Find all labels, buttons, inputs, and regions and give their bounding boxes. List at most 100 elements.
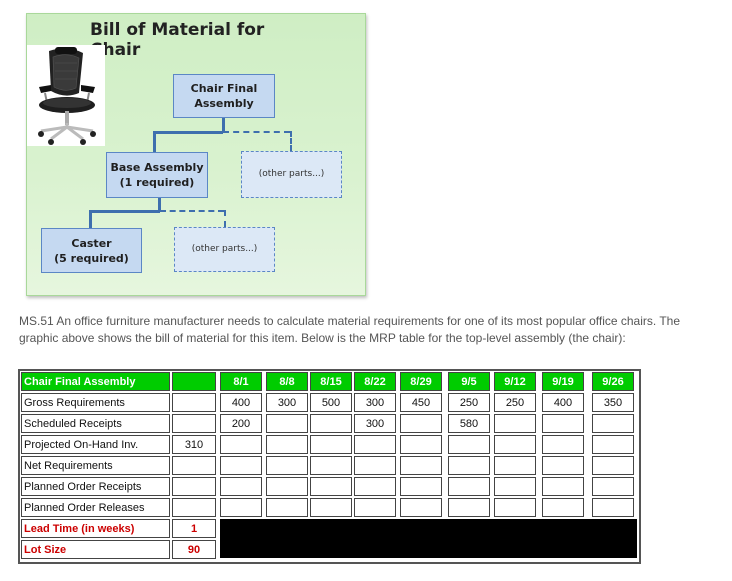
mrp-value-cell bbox=[448, 456, 490, 475]
lead-time-label: Lead Time (in weeks) bbox=[21, 519, 170, 538]
mrp-row: Scheduled Receipts 200 300 580 bbox=[20, 413, 639, 434]
bom-title: Bill of Material for Chair bbox=[90, 20, 265, 60]
mrp-value-cell bbox=[592, 498, 634, 517]
lot-size-label: Lot Size bbox=[21, 540, 170, 559]
mrp-period-header: 9/26 bbox=[592, 372, 634, 391]
mrp-value-cell bbox=[354, 477, 396, 496]
mrp-row-label: Planned Order Releases bbox=[21, 498, 170, 517]
mrp-initial-cell bbox=[172, 498, 216, 517]
mrp-period-header: 8/22 bbox=[354, 372, 396, 391]
mrp-value-cell bbox=[494, 414, 536, 433]
mrp-value-cell bbox=[448, 498, 490, 517]
mrp-value-cell bbox=[592, 414, 634, 433]
mrp-period-header: 8/1 bbox=[220, 372, 262, 391]
mrp-value-cell bbox=[220, 477, 262, 496]
bom-node-other-parts: (other parts...) bbox=[241, 151, 342, 198]
lot-size-value: 90 bbox=[172, 540, 216, 559]
bom-node-chair-final-assembly: Chair Final Assembly bbox=[173, 74, 275, 118]
mrp-value-cell: 250 bbox=[448, 393, 490, 412]
office-chair-photo bbox=[27, 45, 105, 146]
mrp-period-header: 8/29 bbox=[400, 372, 442, 391]
mrp-table: Chair Final Assembly 8/1 8/8 8/15 8/22 8/29 9/… bbox=[18, 369, 641, 564]
mrp-value-cell bbox=[266, 498, 308, 517]
mrp-value-cell bbox=[592, 456, 634, 475]
mrp-row: Net Requirements bbox=[20, 455, 639, 476]
bom-connector-dashed bbox=[223, 131, 290, 133]
mrp-initial-cell bbox=[172, 456, 216, 475]
mrp-value-cell bbox=[354, 456, 396, 475]
mrp-value-cell bbox=[542, 414, 584, 433]
bom-connector bbox=[222, 116, 225, 132]
mrp-row-label: Scheduled Receipts bbox=[21, 414, 170, 433]
mrp-value-cell bbox=[266, 456, 308, 475]
mrp-value-cell bbox=[266, 435, 308, 454]
mrp-value-cell: 580 bbox=[448, 414, 490, 433]
mrp-value-cell: 450 bbox=[400, 393, 442, 412]
mrp-row: Projected On-Hand Inv. 310 bbox=[20, 434, 639, 455]
mrp-period-header: 9/12 bbox=[494, 372, 536, 391]
bom-connector-dashed bbox=[160, 210, 224, 212]
problem-statement: MS.51 An office furniture manufacturer n… bbox=[19, 314, 681, 345]
mrp-value-cell bbox=[400, 498, 442, 517]
bom-connector-dashed bbox=[290, 131, 292, 151]
mrp-value-cell bbox=[310, 498, 352, 517]
mrp-row: Planned Order Receipts bbox=[20, 476, 639, 497]
mrp-value-cell: 350 bbox=[592, 393, 634, 412]
mrp-row: Chair Final Assembly 8/1 8/8 8/15 8/22 8/29 9/… bbox=[20, 371, 639, 392]
mrp-value-cell bbox=[592, 477, 634, 496]
mrp-row-label: Gross Requirements bbox=[21, 393, 170, 412]
mrp-value-cell bbox=[494, 456, 536, 475]
mrp-value-cell: 300 bbox=[354, 414, 396, 433]
mrp-value-cell bbox=[310, 414, 352, 433]
mrp-value-cell bbox=[266, 477, 308, 496]
bom-node-other-parts: (other parts...) bbox=[174, 227, 275, 272]
mrp-value-cell: 400 bbox=[542, 393, 584, 412]
bom-connector bbox=[89, 210, 92, 228]
mrp-value-cell bbox=[266, 414, 308, 433]
bom-connector bbox=[153, 131, 223, 134]
mrp-value-cell bbox=[494, 477, 536, 496]
lead-time-value: 1 bbox=[172, 519, 216, 538]
blacked-out-area bbox=[220, 519, 637, 558]
mrp-title-cell: Chair Final Assembly bbox=[21, 372, 170, 391]
mrp-initial-cell bbox=[172, 414, 216, 433]
mrp-period-header: 8/15 bbox=[310, 372, 352, 391]
mrp-value-cell: 400 bbox=[220, 393, 262, 412]
mrp-value-cell bbox=[592, 435, 634, 454]
mrp-period-header: 9/5 bbox=[448, 372, 490, 391]
bom-connector-dashed bbox=[224, 210, 226, 227]
mrp-value-cell bbox=[354, 435, 396, 454]
mrp-value-cell bbox=[542, 435, 584, 454]
mrp-value-cell bbox=[400, 477, 442, 496]
mrp-value-cell bbox=[354, 498, 396, 517]
mrp-value-cell bbox=[542, 498, 584, 517]
mrp-value-cell bbox=[400, 414, 442, 433]
mrp-value-cell bbox=[400, 456, 442, 475]
mrp-value-cell bbox=[220, 498, 262, 517]
mrp-initial-cell bbox=[172, 477, 216, 496]
mrp-value-cell bbox=[400, 435, 442, 454]
mrp-row: Gross Requirements 400 300 500 300 450 250 250 4… bbox=[20, 392, 639, 413]
mrp-value-cell bbox=[310, 477, 352, 496]
mrp-value-cell bbox=[494, 435, 536, 454]
bom-connector bbox=[89, 210, 160, 213]
mrp-value-cell bbox=[448, 435, 490, 454]
mrp-value-cell bbox=[220, 435, 262, 454]
mrp-value-cell bbox=[542, 456, 584, 475]
mrp-row-label: Planned Order Receipts bbox=[21, 477, 170, 496]
mrp-value-cell: 250 bbox=[494, 393, 536, 412]
mrp-period-header: 8/8 bbox=[266, 372, 308, 391]
mrp-period-header: 9/19 bbox=[542, 372, 584, 391]
mrp-value-cell bbox=[310, 435, 352, 454]
mrp-value-cell: 300 bbox=[354, 393, 396, 412]
mrp-row: Planned Order Releases bbox=[20, 497, 639, 518]
bom-connector bbox=[153, 131, 156, 153]
mrp-header-blank-cell bbox=[172, 372, 216, 391]
mrp-value-cell: 500 bbox=[310, 393, 352, 412]
mrp-value-cell bbox=[494, 498, 536, 517]
bom-node-base-assembly: Base Assembly (1 required) bbox=[106, 152, 208, 198]
mrp-value-cell: 200 bbox=[220, 414, 262, 433]
mrp-value-cell: 300 bbox=[266, 393, 308, 412]
mrp-value-cell bbox=[220, 456, 262, 475]
bom-node-caster: Caster (5 required) bbox=[41, 228, 142, 273]
